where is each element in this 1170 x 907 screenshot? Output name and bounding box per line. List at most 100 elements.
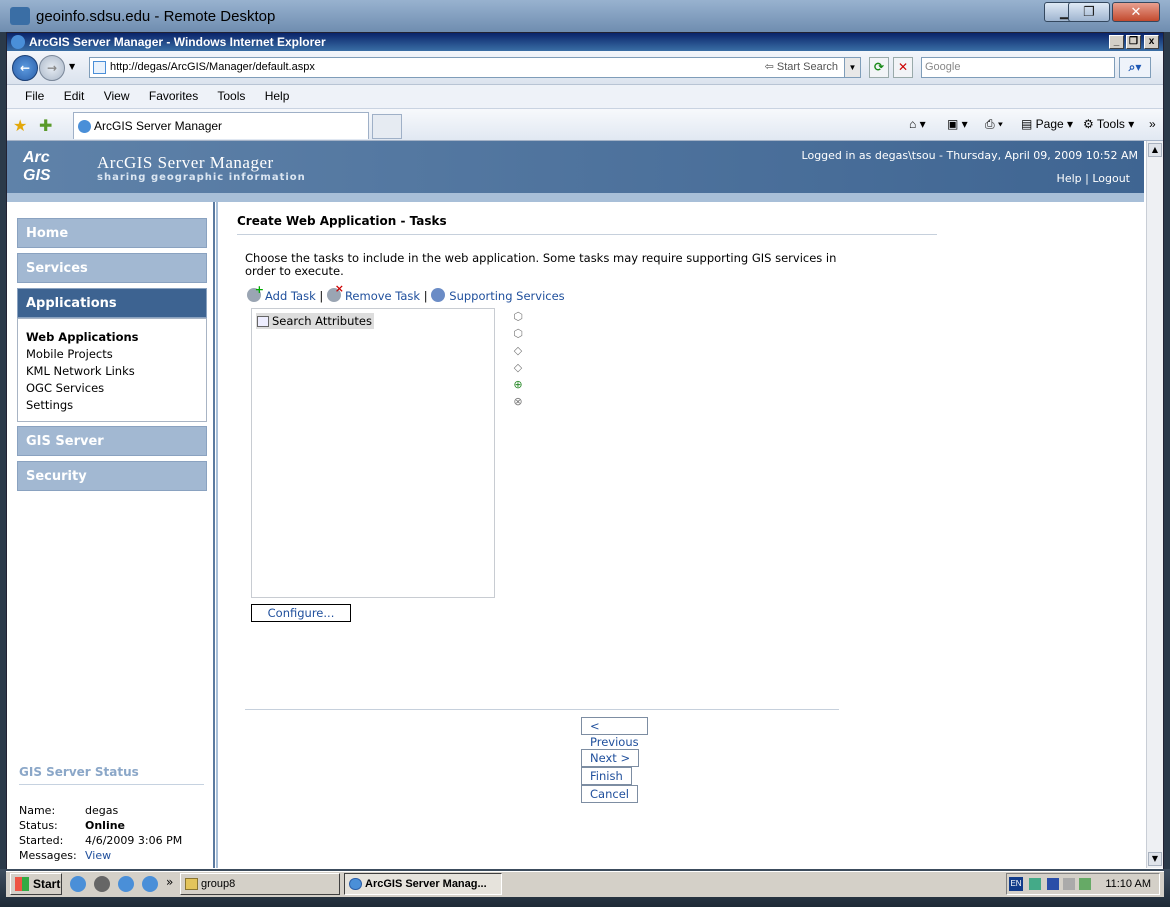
previous-button[interactable]: < Previous xyxy=(581,717,648,749)
shield-icon[interactable] xyxy=(1047,878,1059,890)
close-button[interactable]: ✕ xyxy=(1112,2,1160,22)
menu-tools[interactable]: Tools xyxy=(217,89,245,103)
scroll-down-icon[interactable]: ▼ xyxy=(1148,852,1162,866)
finish-button[interactable]: Finish xyxy=(581,767,632,785)
cancel-button[interactable]: Cancel xyxy=(581,785,638,803)
quicklaunch-ie2-icon[interactable] xyxy=(142,876,158,892)
page-icon xyxy=(93,61,106,74)
url-text: http://degas/ArcGIS/Manager/default.aspx xyxy=(110,61,315,73)
favorites-bar: ★ ✚ ArcGIS Server Manager ⌂ ▾ ▣ ▾ ⎙ ▾ ▤ … xyxy=(7,109,1163,141)
network-icon[interactable] xyxy=(1029,878,1041,890)
nav-home[interactable]: Home xyxy=(17,218,207,248)
remove-task-link[interactable]: Remove Task xyxy=(345,289,420,303)
add-task-link[interactable]: Add Task xyxy=(265,289,316,303)
taskbar-arcgis[interactable]: ArcGIS Server Manag... xyxy=(344,873,502,895)
status-messages-link[interactable]: View xyxy=(85,849,111,862)
quicklaunch-browser-icon[interactable] xyxy=(118,876,134,892)
quicklaunch-more-icon[interactable]: » xyxy=(166,875,173,889)
status-status-key: Status: xyxy=(19,819,58,832)
start-button[interactable]: Start xyxy=(10,873,62,895)
move-up-icon[interactable]: ⬡ xyxy=(511,310,525,324)
login-info: Logged in as degas\tsou - Thursday, Apri… xyxy=(801,149,1138,162)
back-icon[interactable]: ← xyxy=(12,55,38,81)
gis-server-status-heading: GIS Server Status xyxy=(19,765,204,785)
ie-close-button[interactable]: x xyxy=(1144,35,1159,49)
ie-minimize-button[interactable]: _ xyxy=(1109,35,1124,49)
task-list[interactable]: Search Attributes xyxy=(251,308,495,598)
move-left-icon[interactable]: ◇ xyxy=(511,344,525,358)
print-icon[interactable]: ⎙ ▾ xyxy=(985,117,1003,132)
sub-kml-network-links[interactable]: KML Network Links xyxy=(26,363,206,380)
refresh-icon[interactable]: ⟳ xyxy=(869,57,889,78)
list-item[interactable]: Search Attributes xyxy=(256,313,374,329)
move-down-icon[interactable]: ⬡ xyxy=(511,327,525,341)
sub-mobile-projects[interactable]: Mobile Projects xyxy=(26,346,206,363)
menu-favorites[interactable]: Favorites xyxy=(149,89,198,103)
task-actions: Add Task | Remove Task | Supporting Serv… xyxy=(247,282,565,303)
language-indicator[interactable]: EN xyxy=(1009,877,1023,891)
volume-icon[interactable] xyxy=(1079,878,1091,890)
list-controls: ⬡ ⬡ ◇ ◇ ⊕ ⊗ xyxy=(511,310,527,412)
vertical-scrollbar[interactable]: ▲ ▼ xyxy=(1146,141,1163,868)
status-name-value: degas xyxy=(85,804,119,817)
tools-menu[interactable]: ⚙ Tools ▾ xyxy=(1083,117,1134,131)
app-subtitle: sharing geographic information xyxy=(97,172,306,183)
gis-server-status-table: Name: degas Status: Online Started: 4/6/200… xyxy=(19,803,182,863)
favorites-star-icon[interactable]: ★ xyxy=(13,116,27,135)
maximize-button[interactable]: ❐ xyxy=(1068,2,1110,22)
ie-restore-button[interactable]: ❐ xyxy=(1126,35,1141,49)
delete-item-icon[interactable]: ⊗ xyxy=(511,395,525,409)
menu-view[interactable]: View xyxy=(104,89,130,103)
scroll-up-icon[interactable]: ▲ xyxy=(1148,143,1162,157)
sub-web-applications[interactable]: Web Applications xyxy=(26,329,206,346)
banner-strip xyxy=(7,193,1144,202)
start-search-label[interactable]: ⇦ Start Search xyxy=(765,58,838,77)
nav-applications[interactable]: Applications xyxy=(17,288,207,318)
folder-icon xyxy=(185,878,198,890)
page-menu[interactable]: ▤ Page ▾ xyxy=(1021,117,1073,131)
search-icon[interactable]: ⌕▾ xyxy=(1119,57,1151,78)
move-right-icon[interactable]: ◇ xyxy=(511,361,525,375)
remote-desktop-icon xyxy=(10,7,30,25)
nav-gis-server[interactable]: GIS Server xyxy=(17,426,207,456)
supporting-services-link[interactable]: Supporting Services xyxy=(449,289,564,303)
menu-help[interactable]: Help xyxy=(265,89,290,103)
device-icon[interactable] xyxy=(1063,878,1075,890)
quicklaunch-ie-icon[interactable] xyxy=(70,876,86,892)
clock: 11:10 AM xyxy=(1105,878,1151,890)
quicklaunch-app-icon[interactable] xyxy=(94,876,110,892)
page-description: Choose the tasks to include in the web a… xyxy=(245,251,837,278)
status-started-value: 4/6/2009 3:06 PM xyxy=(85,834,183,847)
arcgis-banner: Arc GIS ArcGIS Server Manager sharing ge… xyxy=(7,141,1144,202)
table-search-icon xyxy=(257,316,269,327)
url-dropdown-icon[interactable]: ▼ xyxy=(844,58,860,77)
logout-link[interactable]: Logout xyxy=(1092,172,1130,185)
page-title: Create Web Application - Tasks xyxy=(237,214,937,235)
menu-edit[interactable]: Edit xyxy=(64,89,85,103)
configure-button[interactable]: Configure... xyxy=(251,604,351,622)
new-tab-button[interactable] xyxy=(372,114,402,139)
menu-file[interactable]: File xyxy=(25,89,44,103)
taskbar-group8[interactable]: group8 xyxy=(180,873,340,895)
google-search-input[interactable]: Google xyxy=(921,57,1115,78)
add-item-icon[interactable]: ⊕ xyxy=(511,378,525,392)
home-icon[interactable]: ⌂ ▾ xyxy=(909,117,926,131)
windows-logo-icon xyxy=(15,877,29,891)
tab-arcgis-server-manager[interactable]: ArcGIS Server Manager xyxy=(73,112,369,139)
nav-security[interactable]: Security xyxy=(17,461,207,491)
sub-settings[interactable]: Settings xyxy=(26,397,206,414)
next-button[interactable]: Next > xyxy=(581,749,640,767)
add-favorite-icon[interactable]: ✚ xyxy=(39,116,52,135)
sub-ogc-services[interactable]: OGC Services xyxy=(26,380,206,397)
page-content: Arc GIS ArcGIS Server Manager sharing ge… xyxy=(7,141,1146,868)
windows-taskbar: Start » group8 ArcGIS Server Manag... EN… xyxy=(0,869,1170,907)
feeds-icon[interactable]: ▣ ▾ xyxy=(947,117,968,131)
supporting-services-icon xyxy=(431,288,446,302)
history-dropdown-icon[interactable]: ▼ xyxy=(69,62,75,71)
help-link[interactable]: Help xyxy=(1057,172,1082,185)
chevron-right-icon[interactable]: » xyxy=(1149,117,1156,131)
forward-icon[interactable]: → xyxy=(39,55,65,81)
stop-icon[interactable]: ✕ xyxy=(893,57,913,78)
nav-services[interactable]: Services xyxy=(17,253,207,283)
url-field[interactable]: http://degas/ArcGIS/Manager/default.aspx… xyxy=(89,57,861,78)
